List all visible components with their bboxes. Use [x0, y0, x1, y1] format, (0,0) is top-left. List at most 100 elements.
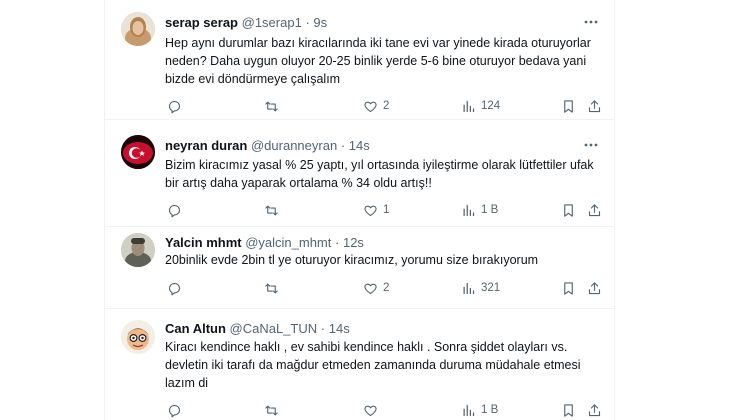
avatar[interactable]	[121, 12, 155, 46]
cartoon-face-image	[121, 320, 155, 354]
heart-icon	[364, 205, 377, 216]
share-button[interactable]	[587, 201, 602, 219]
bookmark-icon	[564, 99, 573, 113]
tweet[interactable]: serap serap @1serap1 · 9s Hep aynı durum…	[105, 0, 615, 120]
more-options-icon[interactable]	[583, 137, 599, 153]
retweet-button[interactable]	[264, 201, 284, 219]
heart-icon	[364, 283, 377, 294]
retweet-button[interactable]	[264, 401, 284, 419]
views-chart-icon	[463, 404, 475, 416]
timestamp[interactable]: 12s	[343, 235, 364, 250]
views-count: 1 B	[481, 404, 499, 416]
right-margin	[616, 0, 730, 420]
author-handle[interactable]: @duranneyran	[251, 138, 337, 153]
author-name[interactable]: serap serap	[165, 15, 238, 30]
author-handle[interactable]: @CaNaL_TUN	[230, 321, 318, 336]
separator: ·	[335, 235, 340, 250]
reply-icon	[168, 100, 181, 113]
author-name[interactable]: Yalcin mhmt	[165, 235, 242, 250]
timestamp[interactable]: 9s	[313, 15, 327, 30]
views-button[interactable]: 321	[461, 279, 500, 297]
more-options-icon[interactable]	[583, 14, 599, 30]
avatar[interactable]	[121, 320, 155, 354]
tweet-text: Bizim kiracımız yasal % 25 yaptı, yıl or…	[165, 158, 594, 190]
reply-button[interactable]	[167, 97, 187, 115]
turkish-flag-image	[121, 135, 155, 169]
reply-button[interactable]	[167, 201, 187, 219]
views-button[interactable]: 124	[461, 97, 500, 115]
share-button[interactable]	[587, 401, 602, 419]
share-button[interactable]	[587, 279, 602, 297]
separator: ·	[340, 138, 346, 153]
tweet-header: serap serap @1serap1 · 9s	[165, 15, 327, 31]
author-name[interactable]: Can Altun	[165, 321, 226, 336]
avatar-portrait-image	[121, 12, 155, 46]
share-icon	[588, 403, 601, 416]
like-button[interactable]: 2	[363, 279, 389, 297]
views-chart-icon	[463, 100, 475, 112]
views-chart-icon	[463, 204, 475, 216]
avatar-portrait-image	[121, 233, 155, 267]
views-button[interactable]: 1 B	[461, 401, 498, 419]
author-name[interactable]: neyran duran	[165, 138, 247, 153]
avatar[interactable]	[121, 233, 155, 267]
retweet-icon	[265, 101, 278, 111]
retweet-icon	[265, 205, 278, 215]
separator: ·	[320, 321, 326, 336]
tweet-text: 20binlik evde 2bin tl ye oturuyor kiracı…	[165, 253, 539, 267]
bookmark-button[interactable]	[561, 401, 576, 419]
tweet-actions: 1 B	[165, 401, 605, 419]
tweet-text: Kiracı kendince haklı , ev sahibi kendin…	[165, 340, 581, 390]
tweet-header: Can Altun @CaNaL_TUN · 14s	[165, 321, 350, 337]
views-count: 1 B	[481, 204, 499, 216]
share-icon	[588, 281, 601, 294]
reply-feed: serap serap @1serap1 · 9s Hep aynı durum…	[104, 0, 615, 420]
like-count: 1	[383, 204, 390, 216]
tweet[interactable]: Can Altun @CaNaL_TUN · 14s Kiracı kendin…	[105, 310, 615, 420]
reply-button[interactable]	[167, 401, 187, 419]
bookmark-icon	[564, 203, 573, 217]
bookmark-button[interactable]	[561, 279, 576, 297]
tweet-actions: 2 124	[165, 97, 605, 115]
share-button[interactable]	[587, 97, 602, 115]
separator: ·	[305, 15, 310, 30]
heart-icon	[364, 405, 377, 416]
tweet-header: neyran duran @duranneyran · 14s	[165, 138, 370, 154]
tweet-header: Yalcin mhmt @yalcin_mhmt · 12s	[165, 235, 364, 251]
reply-icon	[168, 204, 181, 217]
tweet[interactable]: Yalcin mhmt @yalcin_mhmt · 12s 20binlik …	[105, 227, 615, 309]
reply-icon	[168, 282, 181, 295]
reply-button[interactable]	[167, 279, 187, 297]
timestamp[interactable]: 14s	[329, 321, 350, 336]
tweet-actions: 1 1 B	[165, 201, 605, 219]
like-button[interactable]	[363, 401, 383, 419]
bookmark-icon	[564, 403, 573, 417]
author-handle[interactable]: @yalcin_mhmt	[245, 235, 331, 250]
bookmark-icon	[564, 281, 573, 295]
like-button[interactable]: 2	[363, 97, 389, 115]
views-button[interactable]: 1 B	[461, 201, 498, 219]
bookmark-button[interactable]	[561, 201, 576, 219]
reply-icon	[168, 404, 181, 417]
retweet-icon	[265, 405, 278, 415]
tweet[interactable]: neyran duran @duranneyran · 14s Bizim ki…	[105, 123, 615, 227]
share-icon	[588, 203, 601, 216]
retweet-button[interactable]	[264, 279, 284, 297]
retweet-button[interactable]	[264, 97, 284, 115]
heart-icon	[364, 101, 377, 112]
timestamp[interactable]: 14s	[349, 138, 370, 153]
avatar[interactable]	[121, 135, 155, 169]
left-margin	[0, 0, 104, 420]
bookmark-button[interactable]	[561, 97, 576, 115]
tweet-actions: 2 321	[165, 279, 605, 297]
views-count: 124	[481, 100, 501, 112]
author-handle[interactable]: @1serap1	[242, 15, 302, 30]
retweet-icon	[265, 283, 278, 293]
share-icon	[588, 99, 601, 112]
like-count: 2	[383, 100, 390, 112]
views-count: 321	[481, 282, 501, 294]
like-button[interactable]: 1	[363, 201, 389, 219]
views-chart-icon	[463, 282, 475, 294]
like-count: 2	[383, 282, 390, 294]
tweet-text: Hep aynı durumlar bazı kiracılarında iki…	[165, 36, 591, 86]
